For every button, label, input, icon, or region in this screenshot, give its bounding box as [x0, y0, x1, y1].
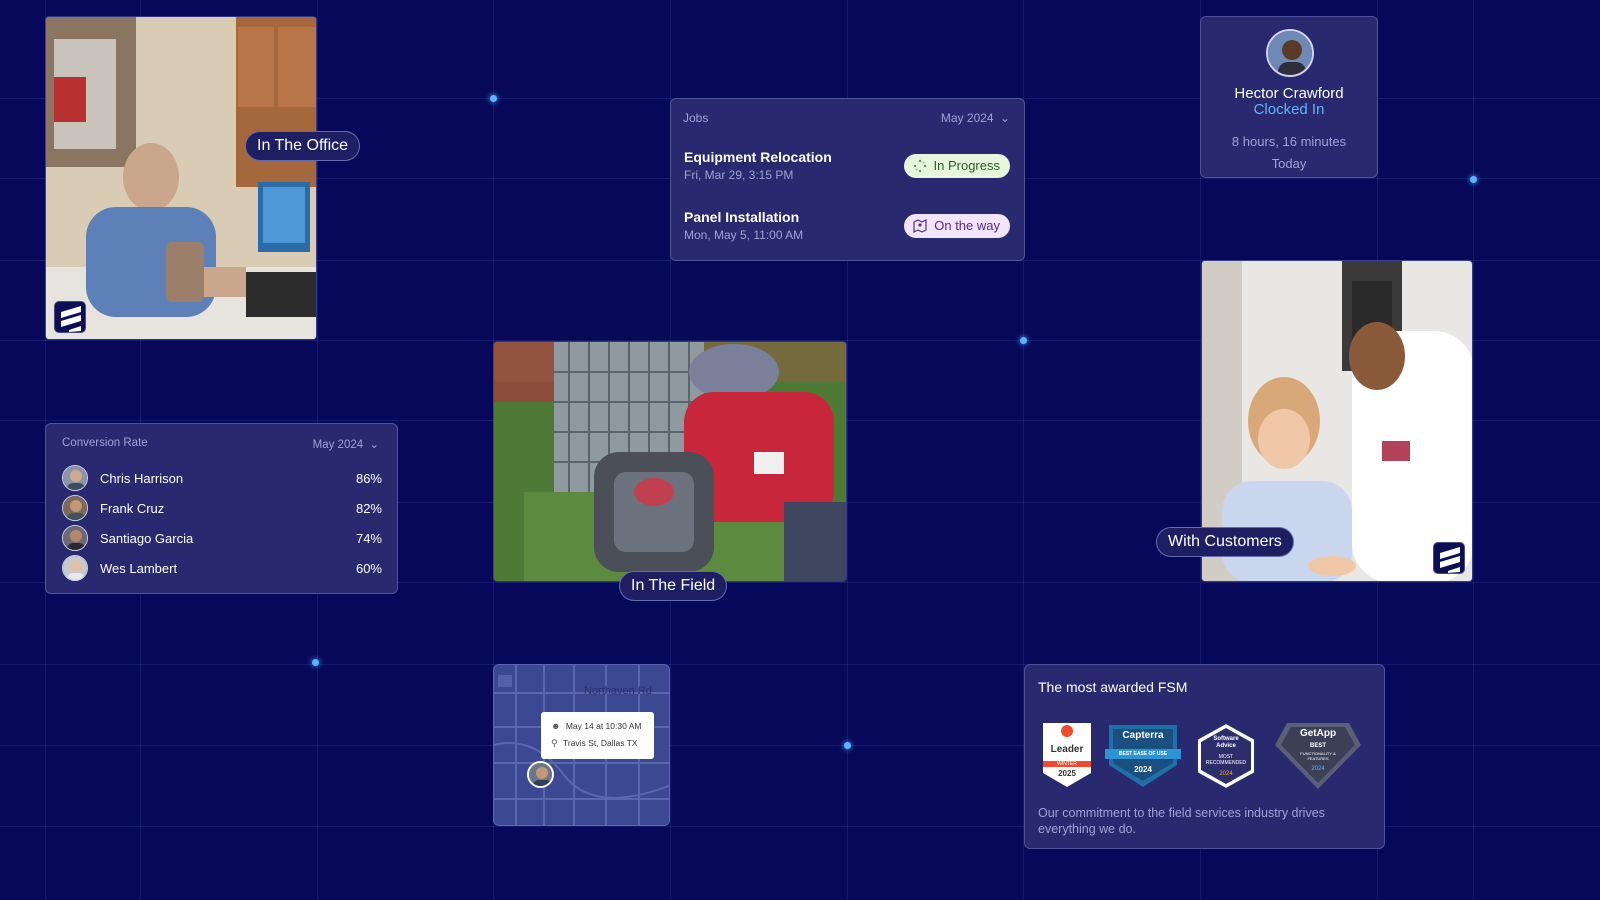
conversion-month-label: May 2024	[312, 439, 364, 451]
status-text: In Progress	[933, 158, 1000, 173]
chevron-down-icon: ⌄	[369, 439, 379, 451]
grid-dot	[312, 659, 319, 666]
rep-name: Chris Harrison	[100, 471, 184, 486]
table-row: Wes Lambert 60%	[62, 555, 382, 583]
getapp-best: BEST	[1309, 743, 1326, 749]
rep-name: Wes Lambert	[100, 561, 178, 576]
rep-rate: 60%	[355, 561, 382, 576]
awards-description: Our commitment to the field services ind…	[1038, 806, 1325, 836]
capterra-badge: Capterra BEST EASE OF USE 2024	[1105, 721, 1181, 789]
map-icon	[913, 219, 927, 233]
conversion-month-select[interactable]: May 2024 ⌄	[313, 437, 379, 451]
software-advice-label: MOST RECOMMENDED	[1205, 754, 1247, 766]
grid-dot	[490, 95, 497, 102]
chevron-down-icon: ⌄	[999, 111, 1010, 125]
field-label: In The Field	[619, 571, 728, 601]
grid-dot	[1470, 176, 1477, 183]
getapp-name: GetApp	[1299, 728, 1337, 739]
awards-title: The most awarded FSM	[1038, 679, 1188, 695]
user-icon: ☻	[551, 721, 561, 731]
awards-card: The most awarded FSM Leader WINTER 2025 …	[1024, 664, 1385, 849]
g2-year-text: 2025	[1058, 769, 1076, 778]
profile-card: Hector Crawford Clocked In 8 hours, 16 m…	[1200, 16, 1378, 178]
office-label: In The Office	[245, 131, 361, 161]
jobs-title: Jobs	[683, 111, 709, 125]
appointment-time: May 14 at 10:30 AM	[565, 721, 642, 731]
location-pin-icon: ⚲	[551, 738, 558, 748]
technician-avatar[interactable]	[527, 761, 554, 788]
getapp-sub: FUNCTIONALITY & FEATURES	[1300, 751, 1336, 761]
avatar	[62, 495, 88, 521]
appointment-tooltip: ☻ May 14 at 10:30 AM ⚲ Travis St, Dallas…	[541, 712, 654, 759]
jobs-card: Jobs May 2024 ⌄ Equipment Relocation Fri…	[670, 98, 1025, 261]
table-row: Chris Harrison 86%	[62, 465, 382, 493]
brand-logo-icon	[1433, 542, 1465, 574]
status-badge: On the way	[904, 214, 1010, 238]
job-date: Mon, May 5, 11:00 AM	[684, 228, 804, 242]
status-badge: In Progress	[903, 154, 1010, 178]
capterra-year: 2024	[1134, 765, 1152, 774]
jobs-month-label: May 2024	[940, 111, 994, 125]
conversion-rate-card: Conversion Rate May 2024 ⌄ Chris Harriso…	[45, 423, 398, 594]
jobs-month-select[interactable]: May 2024 ⌄	[941, 111, 1010, 125]
rep-rate: 86%	[355, 471, 382, 486]
profile-status: Clocked In	[1253, 101, 1325, 118]
g2-season-text: WINTER	[1057, 761, 1077, 767]
capterra-name: Capterra	[1122, 730, 1164, 741]
spinner-icon	[913, 159, 926, 173]
rep-name: Frank Cruz	[100, 501, 165, 516]
grid-dot	[844, 742, 851, 749]
office-photo	[45, 16, 317, 340]
table-row: Frank Cruz 82%	[62, 495, 382, 523]
getapp-badge: GetApp BEST FUNCTIONALITY & FEATURES 202…	[1273, 721, 1363, 791]
conversion-title: Conversion Rate	[62, 437, 148, 449]
profile-when: Today	[1271, 156, 1307, 171]
brand-logo-icon	[54, 301, 86, 333]
field-photo	[493, 341, 847, 582]
software-advice-badge: Software Advice MOST RECOMMENDED 2024	[1193, 721, 1259, 791]
g2-leader-badge: Leader WINTER 2025	[1039, 721, 1095, 789]
capterra-ribbon: BEST EASE OF USE	[1118, 751, 1168, 757]
profile-name: Hector Crawford	[1234, 85, 1344, 102]
avatar	[62, 525, 88, 551]
job-name: Equipment Relocation	[684, 149, 832, 165]
appointment-row: ☻ May 14 at 10:30 AM	[551, 721, 641, 731]
avatar	[62, 555, 88, 581]
appointment-address: Travis St, Dallas TX	[562, 738, 638, 748]
grid-dot	[1020, 337, 1027, 344]
getapp-year: 2024	[1311, 766, 1325, 772]
rep-rate: 74%	[355, 531, 382, 546]
profile-duration: 8 hours, 16 minutes	[1231, 134, 1347, 149]
status-text: On the way	[934, 218, 1000, 233]
customers-label: With Customers	[1156, 527, 1294, 557]
map-card[interactable]: Northaven Rd ☻ May 14 at 10:30 AM ⚲ Trav…	[493, 664, 670, 826]
street-name: Northaven Rd	[584, 685, 652, 697]
g2-leader-text: Leader	[1050, 744, 1084, 755]
avatar	[62, 465, 88, 491]
job-date: Fri, Mar 29, 3:15 PM	[684, 168, 794, 182]
software-advice-year: 2024	[1219, 771, 1233, 777]
address-row: ⚲ Travis St, Dallas TX	[551, 738, 638, 749]
software-advice-name: Software Advice	[1213, 736, 1239, 749]
table-row: Santiago Garcia 74%	[62, 525, 382, 553]
rep-rate: 82%	[355, 501, 382, 516]
rep-name: Santiago Garcia	[100, 531, 194, 546]
job-name: Panel Installation	[684, 209, 800, 225]
avatar	[1266, 29, 1314, 77]
